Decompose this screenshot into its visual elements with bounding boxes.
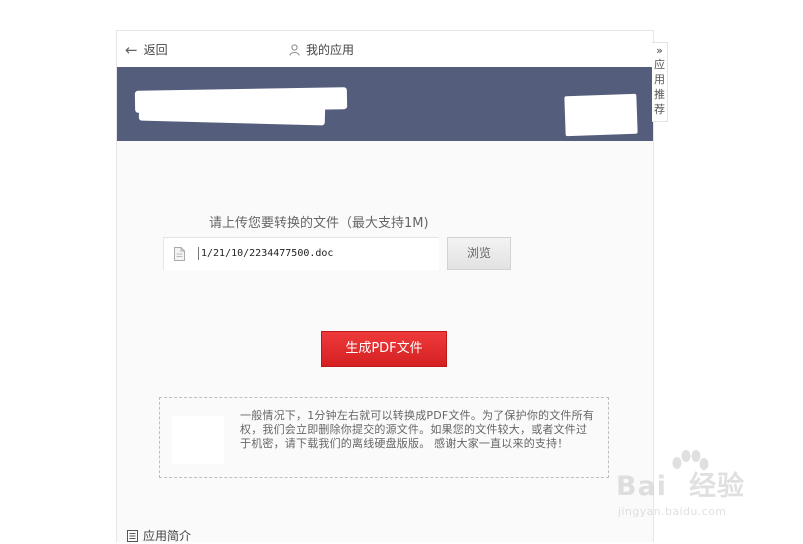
app-intro-label: 应用简介 xyxy=(143,529,192,543)
file-input[interactable]: 1/21/10/2234477500.doc xyxy=(163,237,439,270)
notice-box: 一般情况下，1分钟左右就可以转换成PDF文件。为了保护你的文件所有权，我们会立即… xyxy=(159,397,609,478)
watermark-brand-right: 经验 xyxy=(689,471,746,502)
paw-logo-icon xyxy=(672,450,709,470)
arrow-left-icon: ← xyxy=(125,40,138,59)
top-bar: ← 返回 我的应用 xyxy=(117,31,653,67)
browse-button[interactable]: 浏览 xyxy=(447,237,511,270)
back-label: 返回 xyxy=(143,43,168,57)
app-intro-heading[interactable]: 应用简介 xyxy=(127,527,191,544)
generate-pdf-button[interactable]: 生成PDF文件 xyxy=(321,331,447,367)
my-apps-label: 我的应用 xyxy=(306,43,355,57)
file-path-value: 1/21/10/2234477500.doc xyxy=(198,247,333,260)
app-recommend-label: 应用推荐 xyxy=(654,58,665,116)
user-icon xyxy=(289,43,300,56)
redacted-area xyxy=(138,100,326,126)
my-apps-link[interactable]: 我的应用 xyxy=(289,41,354,58)
list-document-icon xyxy=(127,529,138,542)
document-icon xyxy=(174,247,185,261)
notice-text: 一般情况下，1分钟左右就可以转换成PDF文件。为了保护你的文件所有权，我们会立即… xyxy=(240,409,595,450)
notice-image xyxy=(172,416,224,464)
double-chevron-right-icon: » xyxy=(656,44,663,57)
app-panel: ← 返回 我的应用 请上传您要转换的文件（最大支持1M) 1/21/10/223… xyxy=(116,30,654,544)
redacted-area xyxy=(564,93,638,137)
app-banner xyxy=(117,67,653,141)
app-recommend-tab[interactable]: » 应用推荐 xyxy=(652,42,668,122)
upload-prompt: 请上传您要转换的文件（最大支持1M) xyxy=(209,216,429,231)
back-button[interactable]: ← 返回 xyxy=(125,41,168,58)
